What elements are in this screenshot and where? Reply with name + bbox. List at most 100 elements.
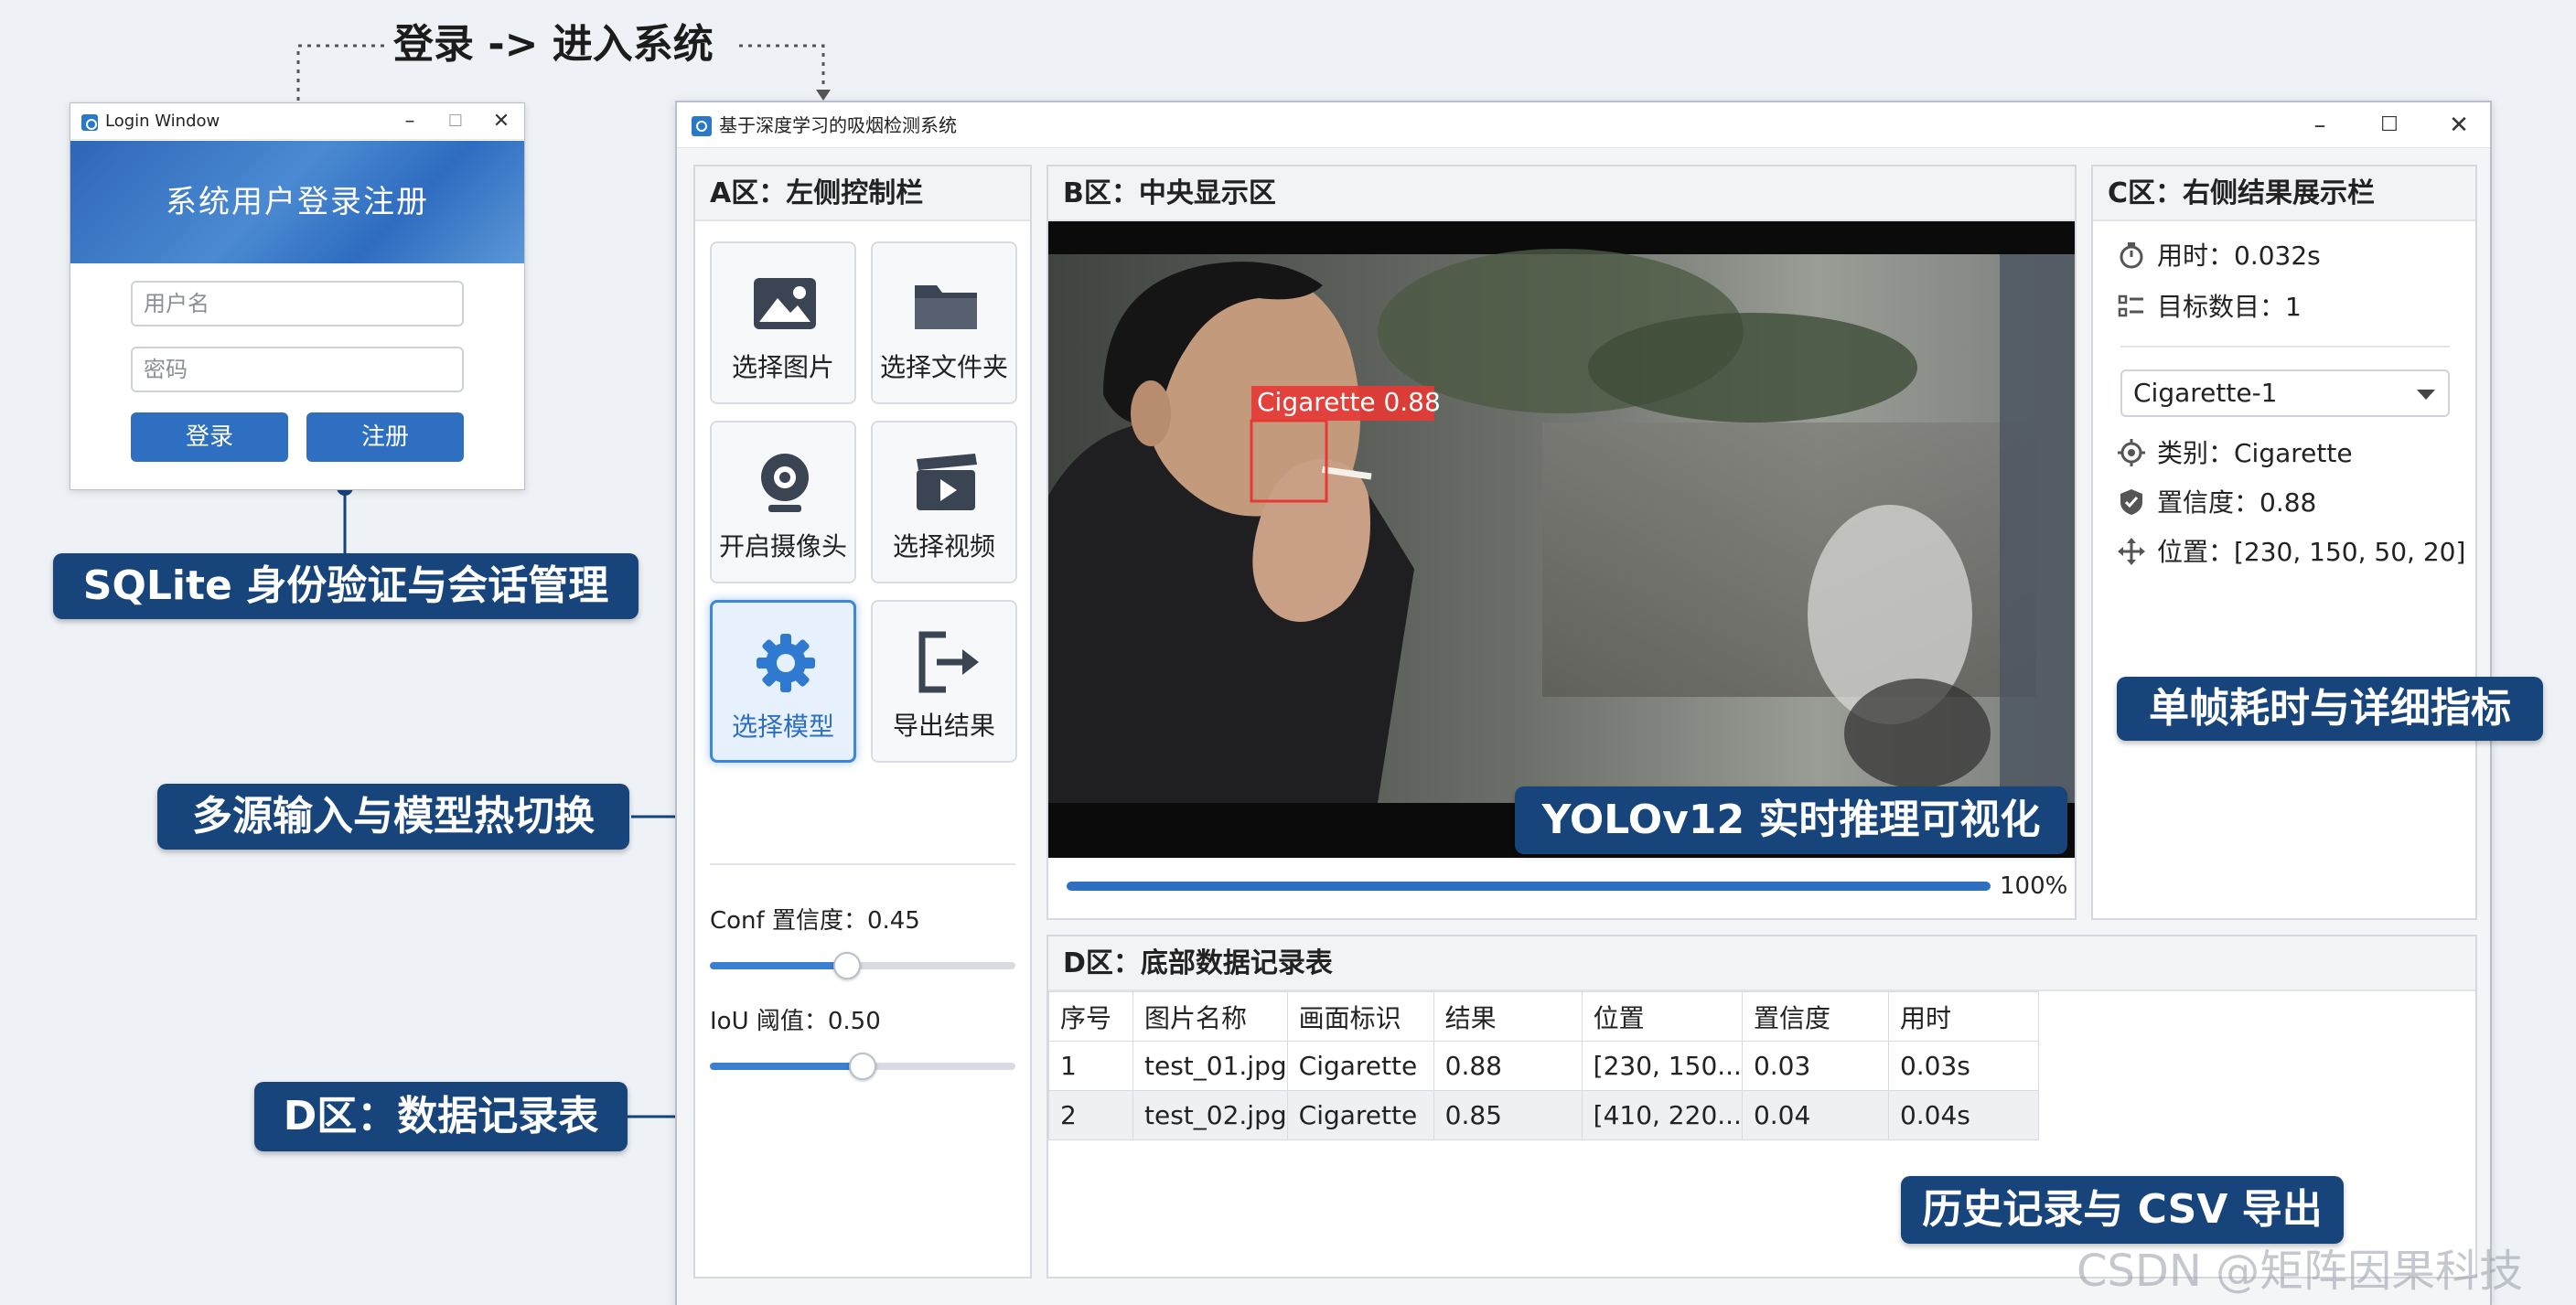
minimize-button[interactable]: – [2285,102,2355,148]
category-row: 类别：Cigarette [2117,435,2353,472]
column-header[interactable]: 图片名称 [1132,991,1288,1042]
target-select[interactable]: Cigarette-1 [2120,369,2450,417]
table-cell: test_01.jpg [1132,1041,1288,1091]
export-icon [918,631,979,693]
conf-label: Conf 置信度：0.45 [710,907,920,935]
webcam-icon [761,454,809,512]
confidence-row: 置信度：0.88 [2117,485,2316,521]
chevron-down-icon [2417,390,2435,400]
callout-history: 历史记录与 CSV 导出 [1901,1176,2344,1244]
time-value: 用时：0.032s [2157,241,2321,271]
count-value: 目标数目：1 [2157,292,2302,322]
panel-c-results: C区：右侧结果展示栏 用时：0.032s 目标数目：1 Cigarette-1 … [2091,165,2477,920]
divider [710,863,1015,865]
username-input[interactable] [131,281,464,326]
panel-d-header: D区：底部数据记录表 [1048,936,2475,991]
progress-text: 100% [2000,872,2068,900]
column-header[interactable]: 序号 [1048,991,1133,1042]
open-camera-button[interactable]: 开启摄像头 [710,421,856,583]
column-header[interactable]: 置信度 [1741,991,1889,1042]
table-cell: 1 [1048,1041,1133,1091]
video-icon [917,454,977,510]
app-icon [692,116,712,136]
login-button[interactable]: 登录 [131,412,288,462]
login-window-title: Login Window [105,112,220,131]
table-cell: 2 [1048,1090,1133,1140]
table-cell: test_02.jpg [1132,1090,1288,1140]
callout-auth: SQLite 身份验证与会话管理 [53,553,639,619]
column-header[interactable]: 画面标识 [1286,991,1434,1042]
maximize-button[interactable]: ☐ [433,103,478,140]
progress-bar [1067,882,1991,891]
column-header[interactable]: 结果 [1433,991,1583,1042]
main-window-title: 基于深度学习的吸烟检测系统 [719,114,957,136]
export-results-button[interactable]: 导出结果 [871,600,1017,763]
main-titlebar: 基于深度学习的吸烟检测系统 – ☐ ✕ [677,102,2490,148]
password-input[interactable] [131,347,464,392]
callout-input-model: 多源输入与模型热切换 [157,784,629,850]
progress-bar-fill [1067,882,1991,891]
divider [2120,346,2450,348]
panel-c-header: C区：右侧结果展示栏 [2093,166,2475,221]
detection-image [1048,221,2075,858]
iou-slider[interactable] [710,1053,1015,1080]
count-row: 目标数目：1 [2117,289,2302,326]
category-value: 类别：Cigarette [2157,438,2353,468]
table-header-row: 序号 图片名称 画面标识 结果 位置 置信度 用时 [1048,991,2039,1042]
close-button[interactable]: ✕ [478,103,524,140]
position-value: 位置：[230, 150, 50, 20] [2157,537,2466,567]
conf-slider[interactable] [710,952,1015,979]
folder-icon [915,285,977,329]
column-header[interactable]: 位置 [1581,991,1743,1042]
minimize-button[interactable]: – [387,103,433,140]
table-cell: [410, 220... [1581,1090,1743,1140]
column-header[interactable]: 用时 [1887,991,2039,1042]
table-row[interactable]: 2 test_02.jpg Cigarette 0.85 [410, 220..… [1048,1090,2039,1140]
select-image-label: 选择图片 [731,352,834,382]
watermark: CSDN @矩阵因果科技 [2077,1246,2524,1297]
open-camera-label: 开启摄像头 [718,531,847,562]
iou-slider-handle[interactable] [849,1053,876,1080]
table-cell: 0.88 [1433,1041,1583,1091]
select-model-label: 选择模型 [731,711,834,742]
table-cell: 0.03 [1741,1041,1889,1091]
select-model-button[interactable]: 选择模型 [710,600,856,763]
image-icon [754,278,816,329]
list-icon [2118,294,2143,317]
panel-b-header: B区：中央显示区 [1048,166,2075,221]
select-video-label: 选择视频 [892,531,995,562]
target-icon [2118,439,2145,466]
conf-slider-handle[interactable] [833,952,861,979]
callout-metrics: 单帧耗时与详细指标 [2117,677,2543,741]
select-folder-button[interactable]: 选择文件夹 [871,241,1017,404]
select-folder-label: 选择文件夹 [879,352,1008,382]
callout-inference: YOLOv12 实时推理可视化 [1515,786,2067,854]
conf-slider-fill [710,962,847,969]
login-titlebar: Login Window – ☐ ✕ [70,103,524,140]
detection-label: Cigarette 0.88 [1257,387,1441,417]
gear-icon [757,634,815,692]
table-cell: 0.85 [1433,1090,1583,1140]
callout-table: D区：数据记录表 [254,1082,628,1151]
close-button[interactable]: ✕ [2424,102,2494,148]
table-row[interactable]: 1 test_01.jpg Cigarette 0.88 [230, 150..… [1048,1041,2039,1091]
table-cell: 0.04 [1741,1090,1889,1140]
app-icon [81,114,98,131]
record-table: 序号 图片名称 画面标识 结果 位置 置信度 用时 1 test_01.jpg … [1048,991,2039,1140]
video-frame: Cigarette 0.88 [1048,221,2075,858]
export-results-label: 导出结果 [892,711,995,741]
register-button[interactable]: 注册 [306,412,464,462]
shield-check-icon [2120,489,2142,515]
panel-a-header: A区：左侧控制栏 [695,166,1030,221]
table-cell: 0.03s [1887,1041,2039,1091]
login-banner: 系统用户登录注册 [70,141,524,263]
target-select-value: Cigarette-1 [2133,378,2278,408]
select-image-button[interactable]: 选择图片 [710,241,856,404]
select-video-button[interactable]: 选择视频 [871,421,1017,583]
iou-label: IoU 阈值：0.50 [710,1008,881,1035]
iou-slider-fill [710,1063,863,1070]
flow-caption: 登录 -> 进入系统 [393,21,714,68]
maximize-button[interactable]: ☐ [2355,102,2424,148]
panel-a-control: A区：左侧控制栏 选择图片 选择文件夹 开启摄像头 选择视频 选择模型 导出结果… [693,165,1032,1278]
login-window: Login Window – ☐ ✕ 系统用户登录注册 登录 注册 [70,102,525,490]
